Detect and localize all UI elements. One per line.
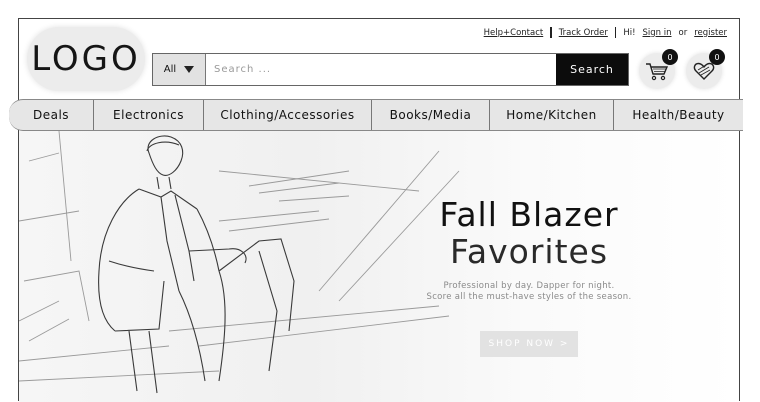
dropdown-arrow-icon	[184, 66, 195, 73]
hero-title-line-1: Fall Blazer	[439, 195, 619, 234]
register-link[interactable]: register	[694, 28, 727, 38]
cart-count-badge: 0	[662, 49, 678, 65]
shop-now-button[interactable]: SHOP NOW >	[480, 331, 578, 357]
greeting-text: Hi!	[623, 27, 636, 38]
hero-subtitle: Professional by day. Dapper for night. S…	[399, 281, 659, 303]
search-input[interactable]	[206, 54, 556, 85]
search-bar: All Search	[152, 53, 629, 86]
sign-in-link[interactable]: Sign in	[643, 28, 672, 38]
wishlist-count-badge: 0	[709, 49, 725, 65]
site-header: LOGO Help+Contact Track Order Hi! Sign i…	[19, 19, 741, 99]
track-order-link[interactable]: Track Order	[559, 28, 608, 38]
hero-title-line-2: Favorites	[449, 232, 609, 271]
hero-subtitle-line-1: Professional by day. Dapper for night.	[443, 281, 615, 291]
category-value: All	[163, 64, 177, 75]
wishlist-button[interactable]: 0	[686, 49, 725, 89]
nav-item-electronics[interactable]: Electronics	[94, 100, 204, 130]
hero-text: Fall Blazer Favorites Professional by da…	[399, 197, 659, 357]
nav-item-books-media[interactable]: Books/Media	[372, 100, 490, 130]
category-select[interactable]: All	[153, 54, 206, 85]
divider	[550, 27, 552, 38]
hero-banner: Fall Blazer Favorites Professional by da…	[19, 131, 738, 402]
hero-subtitle-line-2: Score all the must-have styles of the se…	[426, 292, 632, 302]
nav-item-deals[interactable]: Deals	[9, 100, 94, 130]
divider	[614, 27, 617, 38]
help-contact-link[interactable]: Help+Contact	[484, 28, 544, 38]
search-button[interactable]: Search	[556, 54, 628, 85]
top-links: Help+Contact Track Order Hi! Sign in or …	[484, 27, 727, 38]
cart-button[interactable]: 0	[639, 49, 678, 89]
category-nav: Deals Electronics Clothing/Accessories B…	[9, 99, 743, 131]
or-text: or	[678, 27, 688, 38]
page-frame: LOGO Help+Contact Track Order Hi! Sign i…	[9, 18, 743, 402]
nav-item-health-beauty[interactable]: Health/Beauty	[614, 100, 743, 130]
heart-icon	[693, 62, 715, 80]
nav-item-home-kitchen[interactable]: Home/Kitchen	[490, 100, 614, 130]
nav-item-clothing-accessories[interactable]: Clothing/Accessories	[204, 100, 372, 130]
logo[interactable]: LOGO	[27, 27, 145, 91]
